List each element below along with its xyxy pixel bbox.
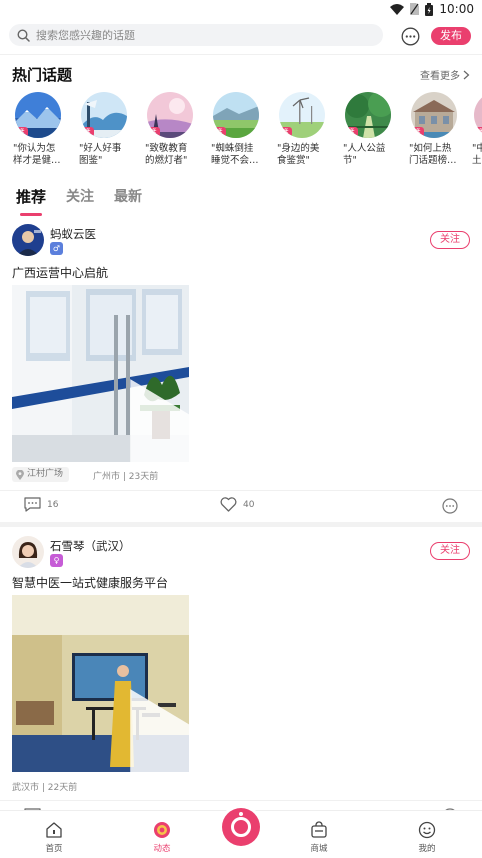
- nav-mine-label: 我的: [418, 844, 436, 854]
- comment-icon: [24, 497, 41, 512]
- topic-hash-badge: #: [81, 127, 94, 137]
- avatar[interactable]: [12, 536, 44, 568]
- username[interactable]: 蚂蚁云医: [50, 226, 96, 242]
- topic-hash-badge: #: [411, 127, 424, 137]
- sim-icon: [410, 3, 420, 15]
- like-button[interactable]: 40: [220, 497, 254, 512]
- post-divider: [0, 490, 482, 491]
- topic-image: #: [279, 92, 325, 138]
- search-icon: [17, 28, 30, 42]
- post-actions: 16 40: [0, 497, 482, 517]
- topic-name: "身边的美 食鉴赏": [277, 143, 320, 166]
- topic-item[interactable]: # "人人公益 节": [343, 92, 399, 167]
- nav-mall-label: 商城: [310, 844, 328, 854]
- post-video[interactable]: [12, 595, 189, 772]
- chevron-right-icon: [463, 70, 470, 79]
- camera-icon: [231, 817, 251, 837]
- topic-image: #: [213, 92, 259, 138]
- topic-image: #: [345, 92, 391, 138]
- topic-name: "中土…: [472, 143, 482, 166]
- topic-image: #: [147, 92, 193, 138]
- topic-hash-badge: #: [474, 127, 482, 137]
- feed-tabs: 推荐 关注 最新: [16, 186, 142, 216]
- topic-item[interactable]: # "致敬教育 的燃灯者": [145, 92, 201, 167]
- tab-following[interactable]: 关注: [66, 186, 94, 207]
- hot-topics-list: # "你认为怎 样才是健… # "好人好事 图鉴" # "致敬教育 的燃灯者" # "…: [0, 92, 482, 174]
- play-icon: [130, 689, 189, 772]
- topic-item[interactable]: # "你认为怎 样才是健…: [13, 92, 69, 167]
- topic-image: #: [474, 92, 482, 138]
- smiley-icon: [418, 821, 436, 839]
- nav-mine[interactable]: 我的: [402, 821, 452, 854]
- status-bar: 10:00: [0, 0, 482, 20]
- topic-image: #: [411, 92, 457, 138]
- follow-button[interactable]: 关注: [430, 231, 470, 249]
- publish-button[interactable]: 发布: [431, 27, 471, 45]
- play-icon: [130, 379, 189, 462]
- camera-button[interactable]: [222, 808, 260, 846]
- battery-icon: [425, 2, 434, 16]
- comment-count: 16: [47, 499, 59, 510]
- status-time: 10:00: [439, 2, 474, 16]
- nav-feed-label: 动态: [153, 844, 171, 854]
- topic-image: #: [15, 92, 61, 138]
- follow-button[interactable]: 关注: [430, 542, 470, 560]
- more-options-icon[interactable]: [442, 498, 458, 514]
- topic-name: "人人公益 节": [343, 143, 386, 166]
- gender-badge: ♀: [50, 554, 63, 567]
- topic-item[interactable]: # "如何上热 门话题榜…: [409, 92, 465, 167]
- location-name: 江村广场: [27, 469, 64, 479]
- header-divider: [0, 54, 482, 55]
- wifi-icon: [390, 3, 405, 15]
- topic-item[interactable]: # "蜘蛛倒挂 睡觉不会…: [211, 92, 267, 167]
- topic-item[interactable]: # "好人好事 图鉴": [79, 92, 135, 167]
- topic-hash-badge: #: [345, 127, 358, 137]
- post-video[interactable]: [12, 285, 189, 462]
- location-pin-icon: [16, 469, 24, 480]
- nav-home-label: 首页: [45, 844, 63, 854]
- nav-home[interactable]: 首页: [29, 821, 79, 854]
- gender-badge: ♂: [50, 242, 63, 255]
- see-more-label: 查看更多: [420, 71, 460, 82]
- shop-icon: [311, 821, 327, 838]
- feed-icon: [154, 822, 170, 838]
- search-input[interactable]: 搜索您感兴趣的话题: [9, 24, 383, 46]
- topic-hash-badge: #: [147, 127, 160, 137]
- tab-latest[interactable]: 最新: [114, 186, 142, 207]
- avatar[interactable]: [12, 224, 44, 256]
- topic-hash-badge: #: [15, 127, 28, 137]
- like-count: 40: [243, 499, 255, 510]
- tab-recommend[interactable]: 推荐: [16, 186, 46, 216]
- topic-name: "好人好事 图鉴": [79, 143, 122, 166]
- post-divider: [0, 800, 482, 801]
- post-meta: 武汉市 | 22天前: [12, 783, 78, 793]
- location-tag[interactable]: 江村广场: [12, 467, 70, 482]
- topic-name: "如何上热 门话题榜…: [409, 143, 457, 166]
- topic-item[interactable]: # "身边的美 食鉴赏": [277, 92, 333, 167]
- post-meta: 广州市 | 23天前: [93, 472, 159, 482]
- comment-button[interactable]: 16: [24, 497, 58, 512]
- nav-mall[interactable]: 商城: [294, 821, 344, 854]
- heart-icon: [220, 497, 237, 512]
- post-separator: [0, 522, 482, 527]
- topic-name: "蜘蛛倒挂 睡觉不会…: [211, 143, 259, 166]
- topic-item[interactable]: # "中土…: [472, 92, 482, 167]
- post-text: 智慧中医一站式健康服务平台: [12, 576, 169, 590]
- home-icon: [46, 822, 62, 838]
- username[interactable]: 石雪琴（武汉）: [50, 538, 131, 554]
- topic-name: "致敬教育 的燃灯者": [145, 143, 188, 166]
- post-text: 广西运营中心启航: [12, 266, 109, 280]
- topic-image: #: [81, 92, 127, 138]
- topic-name: "你认为怎 样才是健…: [13, 143, 61, 166]
- see-more-link[interactable]: 查看更多: [420, 67, 470, 82]
- search-placeholder: 搜索您感兴趣的话题: [36, 29, 135, 42]
- app-screen: 10:00 搜索您感兴趣的话题 发布 热门话题 查看更多 # "你认为怎 样才是健…: [0, 0, 482, 858]
- topic-hash-badge: #: [279, 127, 292, 137]
- topic-hash-badge: #: [213, 127, 226, 137]
- hot-topics-title: 热门话题: [12, 66, 73, 84]
- message-icon[interactable]: [401, 27, 420, 46]
- nav-feed[interactable]: 动态: [137, 821, 187, 854]
